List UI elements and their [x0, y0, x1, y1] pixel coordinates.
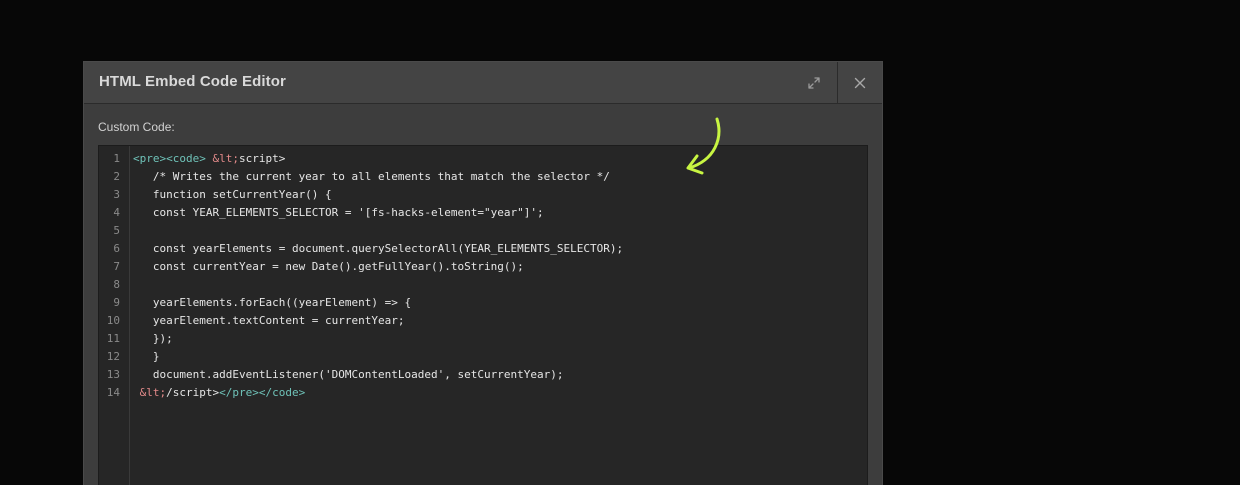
- code-token: yearElement.textContent = currentYear;: [133, 314, 405, 327]
- modal-title: HTML Embed Code Editor: [99, 73, 286, 90]
- line-number-gutter: 1 2 3 4 5 6 7 8 9 10 11 12 13 14: [99, 146, 130, 485]
- line-number: 3: [113, 188, 120, 201]
- code-token: &lt;: [139, 386, 167, 399]
- line-number: 11: [106, 332, 120, 345]
- code-token: </pre></code>: [219, 386, 306, 399]
- line-number: 8: [113, 278, 120, 291]
- line-number: 10: [106, 314, 120, 327]
- line-number: 12: [106, 350, 120, 363]
- line-number: 4: [113, 206, 120, 219]
- line-number: 13: [106, 368, 120, 381]
- code-line: document.addEventListener('DOMContentLoa…: [133, 366, 867, 384]
- code-line: });: [133, 330, 867, 348]
- code-token: }: [133, 350, 160, 363]
- code-editor[interactable]: 1 2 3 4 5 6 7 8 9 10 11 12 13 14 <pre><code> &lt;scri…: [98, 145, 868, 485]
- modal-header: HTML Embed Code Editor: [84, 62, 882, 104]
- code-token: <pre><code>: [133, 152, 206, 165]
- page-background: HTML Embed Code Editor Custom Code: 1234…: [0, 0, 1240, 485]
- code-token: });: [133, 332, 173, 345]
- code-line: const YEAR_ELEMENTS_SELECTOR = '[fs-hack…: [133, 204, 867, 222]
- code-line: &lt;/script></pre></code>: [133, 384, 867, 402]
- code-line: <pre><code> &lt;script>: [133, 150, 867, 168]
- line-number: 9: [113, 296, 120, 309]
- line-number: 6: [113, 242, 120, 255]
- code-line: const yearElements = document.querySelec…: [133, 240, 867, 258]
- code-token: document.addEventListener('DOMContentLoa…: [133, 368, 564, 381]
- code-line: const currentYear = new Date().getFullYe…: [133, 258, 867, 276]
- code-token: function setCurrentYear() {: [133, 188, 332, 201]
- code-token: &lt;: [212, 152, 239, 165]
- code-token: /* Writes the current year to all elemen…: [133, 170, 610, 183]
- code-token: yearElements.forEach((yearElement) => {: [133, 296, 412, 309]
- code-line: function setCurrentYear() {: [133, 186, 867, 204]
- line-number: 5: [113, 224, 120, 237]
- line-number: 1: [113, 152, 120, 165]
- line-number: 2: [113, 170, 120, 183]
- code-line: yearElement.textContent = currentYear;: [133, 312, 867, 330]
- line-number: 14: [106, 386, 120, 399]
- close-button[interactable]: [837, 62, 882, 103]
- code-token: /script>: [166, 386, 220, 399]
- expand-button[interactable]: [792, 62, 836, 103]
- expand-icon: [808, 76, 820, 89]
- modal-body: Custom Code: 1 2 3 4 5 6 7 8 9 10 11 12 13 14 <pre><c…: [84, 104, 882, 485]
- hand-drawn-arrow-icon: [686, 117, 721, 175]
- html-embed-modal: HTML Embed Code Editor Custom Code: 1234…: [83, 61, 883, 485]
- code-input-area[interactable]: <pre><code> &lt;script> /* Writes the cu…: [133, 150, 867, 485]
- code-line: yearElements.forEach((yearElement) => {: [133, 294, 867, 312]
- line-number: 7: [113, 260, 120, 273]
- custom-code-label: Custom Code:: [98, 120, 175, 134]
- code-line: /* Writes the current year to all elemen…: [133, 168, 867, 186]
- close-icon: [854, 77, 866, 88]
- code-token: const YEAR_ELEMENTS_SELECTOR = '[fs-hack…: [133, 206, 544, 219]
- code-line: }: [133, 348, 867, 366]
- code-token: const yearElements = document.querySelec…: [133, 242, 624, 255]
- code-token: const currentYear = new Date().getFullYe…: [133, 260, 524, 273]
- code-token: script>: [238, 152, 286, 165]
